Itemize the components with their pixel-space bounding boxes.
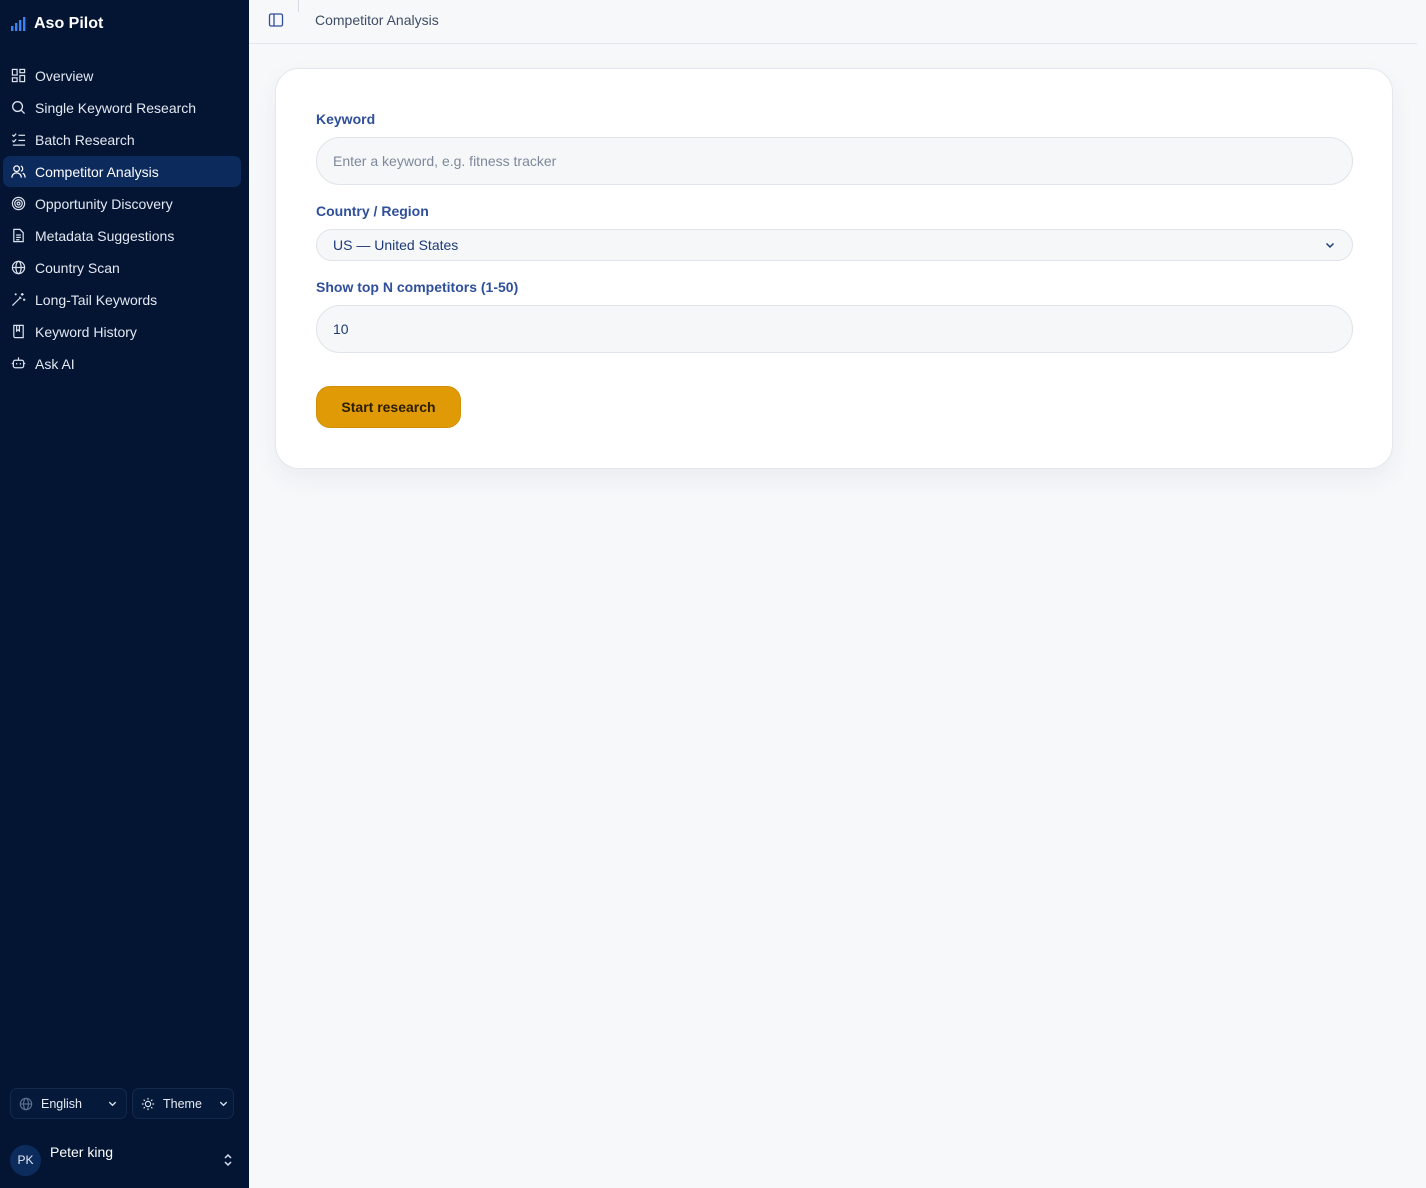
sidebar-item-label: Keyword History: [35, 323, 137, 340]
sidebar-nav: Overview Single Keyword Research Batch R…: [3, 60, 241, 380]
users-icon: [11, 164, 26, 179]
sidebar-item-label: Country Scan: [35, 259, 120, 276]
theme-select[interactable]: Theme: [132, 1088, 234, 1119]
search-icon: [11, 100, 26, 115]
sidebar-item-overview[interactable]: Overview: [3, 60, 241, 91]
sidebar-toggle-button[interactable]: [268, 12, 284, 28]
sidebar-item-label: Metadata Suggestions: [35, 227, 175, 244]
sidebar-item-ask-ai[interactable]: Ask AI: [3, 348, 241, 379]
avatar: PK: [10, 1144, 41, 1176]
brand[interactable]: Aso Pilot: [10, 12, 103, 36]
breadcrumb: Competitor Analysis: [315, 12, 439, 28]
sidebar-item-label: Overview: [35, 67, 94, 84]
header-divider: [298, 0, 299, 12]
panel-left-icon: [268, 13, 284, 27]
top-bar: Competitor Analysis: [249, 0, 1417, 44]
sidebar-controls: English Theme: [10, 1088, 234, 1119]
sidebar: Aso Pilot Overview Single Keyword Resear…: [0, 0, 249, 1188]
sidebar-item-label: Competitor Analysis: [35, 163, 159, 180]
user-name: Peter king: [50, 1144, 114, 1160]
app-name: Aso Pilot: [34, 15, 104, 32]
topn-label: Show top N competitors (1-50): [316, 279, 519, 295]
globe-icon: [19, 1097, 33, 1110]
book-icon: [11, 324, 26, 339]
sidebar-item-metadata-suggestions[interactable]: Metadata Suggestions: [3, 220, 241, 251]
chevron-down-icon: [108, 1101, 117, 1107]
sidebar-item-single-keyword-research[interactable]: Single Keyword Research: [3, 92, 241, 123]
sidebar-item-label: Ask AI: [35, 355, 75, 372]
topn-input[interactable]: [316, 305, 1353, 353]
competitor-analysis-form: Keyword Country / Region US — United Sta…: [275, 68, 1393, 469]
sidebar-item-label: Single Keyword Research: [35, 99, 197, 116]
user-menu[interactable]: PK Peter king: [10, 1144, 240, 1176]
sidebar-item-label: Long-Tail Keywords: [35, 291, 158, 308]
country-select[interactable]: US — United States: [316, 229, 1353, 261]
chevron-down-icon: [219, 1101, 228, 1107]
keyword-label: Keyword: [316, 111, 376, 127]
sidebar-item-keyword-history[interactable]: Keyword History: [3, 316, 241, 347]
start-research-button[interactable]: Start research: [316, 386, 461, 428]
list-checks-icon: [11, 132, 26, 147]
sidebar-item-long-tail-keywords[interactable]: Long-Tail Keywords: [3, 284, 241, 315]
magic-wand-icon: [11, 292, 26, 307]
chevrons-up-down-icon: [224, 1153, 232, 1167]
sidebar-item-batch-research[interactable]: Batch Research: [3, 124, 241, 155]
sun-icon: [141, 1097, 155, 1110]
sidebar-item-opportunity-discovery[interactable]: Opportunity Discovery: [3, 188, 241, 219]
sidebar-item-competitor-analysis[interactable]: Competitor Analysis: [3, 156, 241, 187]
bot-icon: [11, 356, 26, 371]
bar-chart-icon: [10, 16, 26, 32]
country-value: US — United States: [333, 237, 459, 253]
language-label: English: [41, 1096, 82, 1111]
country-label: Country / Region: [316, 203, 429, 219]
sidebar-item-label: Batch Research: [35, 131, 135, 148]
language-select[interactable]: English: [10, 1088, 127, 1119]
document-icon: [11, 228, 26, 243]
chevron-down-icon: [1325, 242, 1335, 249]
sidebar-item-label: Opportunity Discovery: [35, 195, 173, 212]
dashboard-icon: [11, 68, 26, 83]
globe-icon: [11, 260, 26, 275]
theme-label: Theme: [163, 1096, 202, 1111]
keyword-input[interactable]: [316, 137, 1353, 185]
sidebar-item-country-scan[interactable]: Country Scan: [3, 252, 241, 283]
target-icon: [11, 196, 26, 211]
